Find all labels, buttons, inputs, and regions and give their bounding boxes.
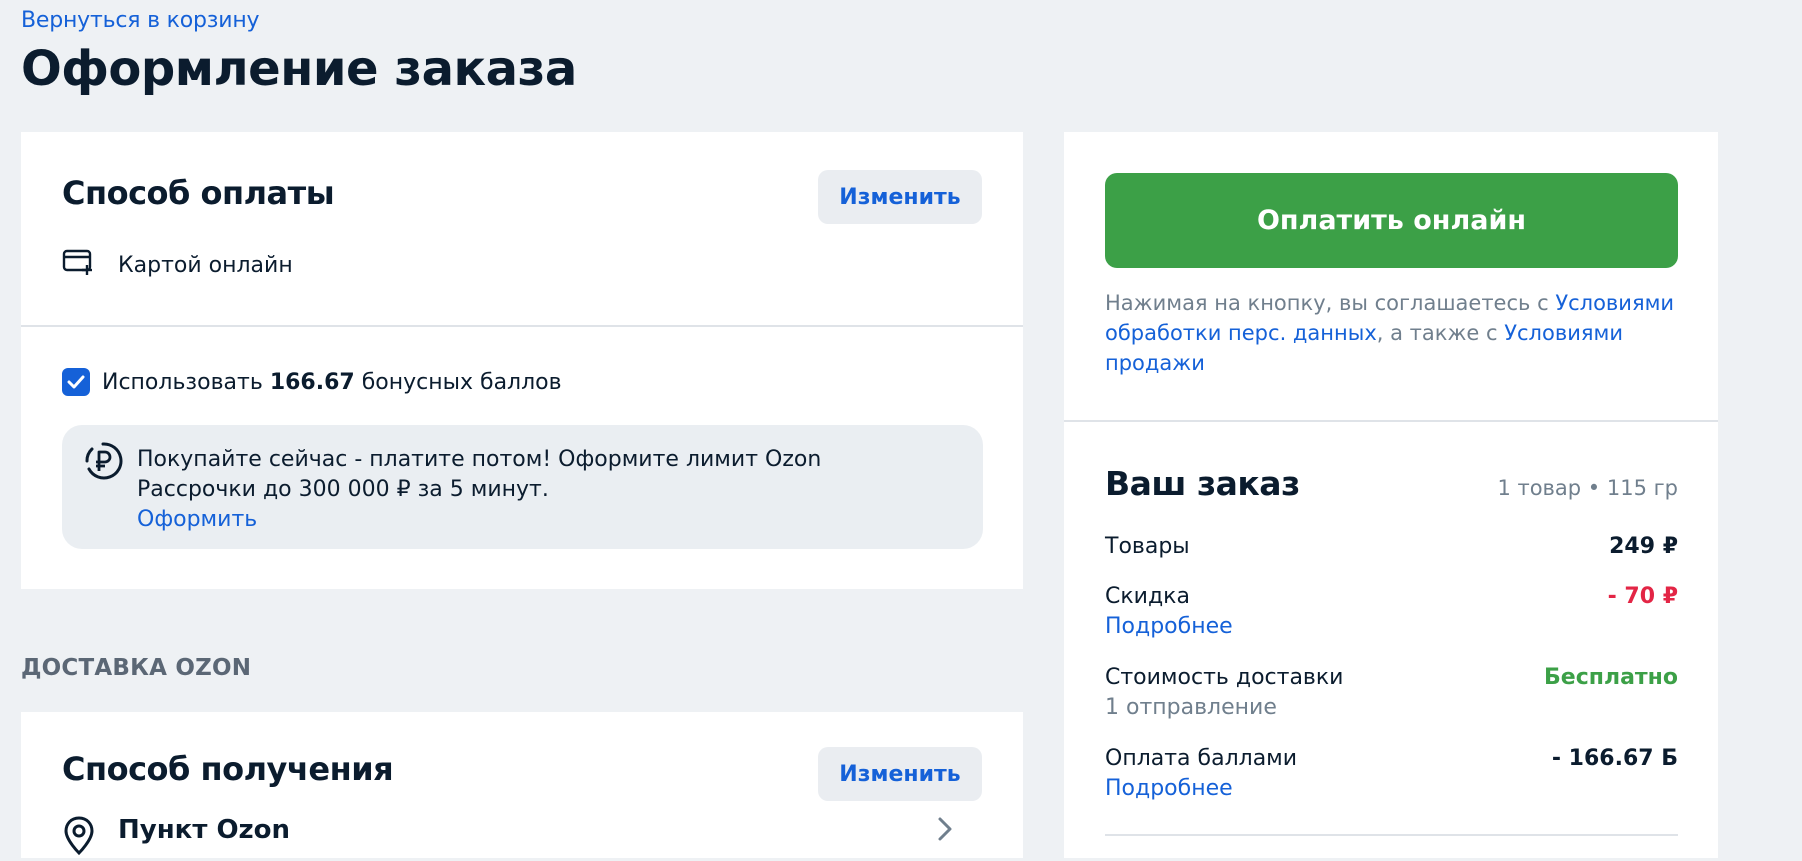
bonus-amount: 166.67 bbox=[269, 369, 355, 395]
installment-promo: Покупайте сейчас - платите потом! Оформи… bbox=[62, 425, 983, 549]
payment-method-label: Картой онлайн bbox=[118, 252, 293, 278]
discount-value: - 70 ₽ bbox=[1607, 584, 1678, 609]
order-header: Ваш заказ 1 товар • 115 гр bbox=[1105, 464, 1678, 503]
points-label: Оплата баллами bbox=[1105, 746, 1298, 771]
shipping-info: Стоимость доставки 1 отправление bbox=[1105, 663, 1343, 723]
discount-info: Скидка Подробнее bbox=[1105, 582, 1233, 642]
bonus-points-row: Использовать 166.67 бонусных баллов bbox=[62, 368, 562, 396]
bonus-label: Использовать 166.67 бонусных баллов bbox=[102, 370, 562, 395]
change-delivery-button[interactable]: Изменить bbox=[818, 747, 982, 801]
goods-value: 249 ₽ bbox=[1609, 534, 1678, 559]
order-count: 1 товар • 115 гр bbox=[1497, 476, 1678, 500]
points-value: - 166.67 Б bbox=[1551, 746, 1678, 771]
bonus-suffix: бонусных баллов bbox=[361, 369, 562, 395]
points-info: Оплата баллами Подробнее bbox=[1105, 744, 1297, 804]
shipping-value: Бесплатно bbox=[1544, 665, 1678, 690]
shipping-sub: 1 отправление bbox=[1105, 695, 1277, 720]
payment-method-row[interactable]: Картой онлайн bbox=[62, 248, 293, 282]
pickup-point-row[interactable]: Пункт Ozon bbox=[62, 815, 290, 861]
order-title: Ваш заказ bbox=[1105, 464, 1300, 503]
pay-online-button[interactable]: Оплатить онлайн bbox=[1105, 173, 1678, 268]
promo-text-block: Покупайте сейчас - платите потом! Оформи… bbox=[137, 445, 947, 535]
discount-details-link[interactable]: Подробнее bbox=[1105, 612, 1233, 642]
pickup-title: Пункт Ozon bbox=[118, 815, 291, 845]
pickup-info: Пункт Ozon bbox=[118, 815, 290, 845]
summary-bottom-divider bbox=[1105, 834, 1678, 836]
bonus-prefix: Использовать bbox=[102, 369, 263, 395]
terms-text: Нажимая на кнопку, вы соглашаетесь с Усл… bbox=[1105, 288, 1685, 378]
points-details-link[interactable]: Подробнее bbox=[1105, 774, 1297, 804]
discount-row: Скидка Подробнее - 70 ₽ bbox=[1105, 582, 1678, 642]
bonus-checkbox[interactable] bbox=[62, 368, 90, 396]
delivery-section-label: ДОСТАВКА OZON bbox=[21, 655, 252, 681]
goods-row: Товары 249 ₽ bbox=[1105, 532, 1678, 562]
shipping-label: Стоимость доставки bbox=[1105, 665, 1344, 690]
location-pin-icon bbox=[62, 815, 96, 861]
card-add-icon bbox=[62, 248, 96, 282]
delivery-method-title: Способ получения bbox=[62, 750, 394, 788]
back-to-cart-link[interactable]: Вернуться в корзину bbox=[21, 8, 577, 33]
payment-divider bbox=[21, 325, 1023, 327]
page-header: Вернуться в корзину Оформление заказа bbox=[21, 8, 577, 96]
points-row: Оплата баллами Подробнее - 166.67 Б bbox=[1105, 744, 1678, 804]
payment-method-title: Способ оплаты bbox=[62, 174, 335, 212]
ruble-circle-icon bbox=[83, 441, 123, 485]
change-payment-button[interactable]: Изменить bbox=[818, 170, 982, 224]
terms-prefix: Нажимая на кнопку, вы соглашаетесь с bbox=[1105, 291, 1556, 315]
payment-method-card: Способ оплаты Изменить Картой онлайн Исп… bbox=[21, 132, 1023, 589]
promo-text: Покупайте сейчас - платите потом! Оформи… bbox=[137, 447, 822, 502]
summary-divider bbox=[1064, 420, 1718, 422]
shipping-row: Стоимость доставки 1 отправление Бесплат… bbox=[1105, 663, 1678, 723]
goods-label: Товары bbox=[1105, 534, 1190, 559]
promo-apply-link[interactable]: Оформить bbox=[137, 505, 947, 535]
page-title: Оформление заказа bbox=[21, 41, 577, 97]
check-icon bbox=[67, 375, 85, 389]
discount-label: Скидка bbox=[1105, 584, 1190, 609]
terms-middle: , а также с bbox=[1376, 321, 1505, 345]
delivery-method-card: Способ получения Изменить Пункт Ozon bbox=[21, 712, 1023, 858]
order-summary-card: Оплатить онлайн Нажимая на кнопку, вы со… bbox=[1064, 132, 1718, 858]
chevron-right-icon[interactable] bbox=[937, 816, 953, 846]
